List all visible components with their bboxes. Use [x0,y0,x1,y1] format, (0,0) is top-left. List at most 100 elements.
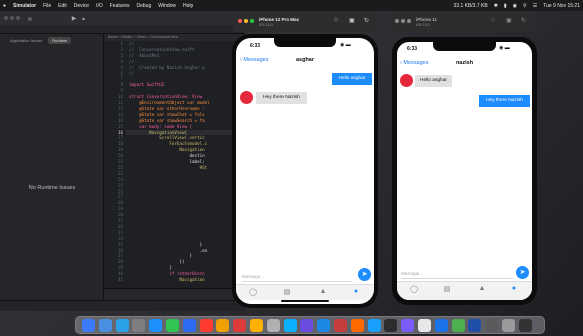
dock-app-icon[interactable] [468,319,482,332]
rotate-icon[interactable]: ↻ [364,17,369,24]
stop-button[interactable]: ■ [82,16,84,21]
code-line[interactable]: } [129,265,172,270]
code-area[interactable]: //// ConversationView.swift// AboutMe1//… [104,41,245,288]
minimize-button[interactable] [10,16,14,20]
dock-app-icon[interactable] [233,319,247,332]
dock-app-icon[interactable] [166,319,179,332]
menu-edit[interactable]: Edit [58,3,67,9]
profile-tab-icon[interactable]: ◯ [409,285,419,293]
menu-simulator[interactable]: Simulator [13,3,36,9]
dock-app-icon[interactable] [485,319,499,332]
code-line[interactable]: if !otherUsern [129,271,204,276]
dock-app-icon[interactable] [434,319,448,332]
code-line[interactable]: // ConversationView.swift [129,47,195,52]
code-line[interactable]: destin [129,153,205,158]
book-tab-icon[interactable]: ▤ [442,285,452,293]
book-tab-icon[interactable]: ▤ [282,288,292,296]
menu-features[interactable]: Features [110,3,130,9]
zoom-button[interactable] [16,16,20,20]
code-line[interactable]: var body: some View { [129,124,192,129]
person-tab-icon[interactable]: ▲ [477,285,487,292]
code-line[interactable]: import SwiftUI [129,82,164,87]
dock-app-icon[interactable] [132,319,146,332]
editor-tab-bar[interactable] [0,25,245,34]
code-line[interactable]: NavigationView{ [129,130,187,135]
bluetooth-icon[interactable]: ✱ [494,3,498,9]
sim-close-button[interactable] [395,19,399,23]
dock-app-icon[interactable] [451,319,465,332]
menu-window[interactable]: Window [158,3,176,9]
code-line[interactable]: @State var otherUsername : [129,106,205,111]
code-line[interactable]: @State var showChat = fals [129,112,205,117]
code-line[interactable]: ForEach(model.c [129,141,207,146]
rotate-icon[interactable]: ↻ [521,17,526,24]
dock-app-icon[interactable] [367,319,381,332]
back-messages-button[interactable]: ‹ Messages [400,60,428,66]
dock-app-icon[interactable] [502,319,515,332]
tab-runtime[interactable]: Runtime [48,37,72,44]
menu-device[interactable]: Device [74,3,89,9]
code-line[interactable]: // [129,71,134,76]
sidebar-toggle-icon[interactable]: ▤ [28,16,32,21]
home-icon[interactable]: ⌂ [334,17,338,23]
home-icon[interactable]: ⌂ [491,17,495,23]
dock-app-icon[interactable] [283,319,297,332]
dock-app-icon[interactable] [384,319,398,332]
code-line[interactable]: } [129,242,203,247]
apple-icon[interactable]: ● [3,3,6,9]
dock-app-icon[interactable] [199,319,213,332]
menu-io[interactable]: I/O [96,3,103,9]
sim-zoom-button[interactable] [250,19,254,23]
menu-file[interactable]: File [43,3,51,9]
send-button[interactable]: ➤ [516,266,529,279]
profile-tab-icon[interactable]: ◯ [248,288,258,296]
jump-bar[interactable]: Banter > Banter > Views > ConversationVi… [104,34,245,41]
message-input[interactable]: Message... [401,268,513,279]
code-line[interactable]: struct ConversationView: View [129,94,202,99]
person-tab-icon[interactable]: ▲ [318,288,328,295]
dock-app-icon[interactable] [115,319,129,332]
code-line[interactable]: @State var showSearch = fa [129,118,205,123]
message-input[interactable]: Message... [242,271,352,282]
send-button[interactable]: ➤ [358,268,371,281]
control-center-icon[interactable]: ☰ [533,3,537,9]
screenshot-icon[interactable]: ▣ [349,17,355,24]
dock-app-icon[interactable] [182,319,196,332]
code-line[interactable]: label: [129,159,205,164]
dock-app-icon[interactable] [250,319,263,332]
dock-app-icon[interactable] [418,319,431,332]
search-icon[interactable]: ⚲ [523,3,527,9]
code-line[interactable]: Navigation [129,147,204,152]
menu-help[interactable]: Help [183,3,193,9]
dock-app-icon[interactable] [216,319,230,332]
code-line[interactable]: // Created by Nazish Asghar o [129,65,205,70]
code-line[interactable]: ScrollView(.vertic [129,135,204,140]
menu-debug[interactable]: Debug [136,3,151,9]
code-line[interactable]: .on [129,248,208,253]
code-line[interactable]: // AboutMe1 [129,53,159,58]
sim-minimize-button[interactable] [244,19,248,23]
code-line[interactable]: // [129,41,134,46]
source-editor[interactable]: Banter > Banter > Views > ConversationVi… [104,34,245,288]
wifi-icon[interactable]: ◉ [513,3,517,9]
dock-app-icon[interactable] [350,319,364,332]
code-line[interactable]: }) [129,259,184,264]
close-button[interactable] [4,16,8,20]
code-line[interactable]: HSt [129,165,208,170]
clock[interactable]: Tue 9 Nov 15:21 [543,3,580,9]
dock-app-icon[interactable] [334,319,347,332]
code-line[interactable]: } [129,253,193,258]
dock-app-icon[interactable] [518,319,532,332]
battery-icon[interactable]: ▮ [504,3,507,9]
sim-minimize-button[interactable] [401,19,405,23]
sim-close-button[interactable] [238,19,242,23]
code-line[interactable]: // [129,59,134,64]
dock-app-icon[interactable] [82,319,95,332]
code-line[interactable]: @EnvironmentObject var model [129,100,210,105]
dock-app-icon[interactable] [300,319,314,332]
messages-tab-icon[interactable]: ● [509,285,519,292]
run-button[interactable]: ▶ [72,15,77,22]
dock-app-icon[interactable] [98,319,112,332]
messages-tab-icon[interactable]: ● [351,288,361,295]
tab-application-issues[interactable]: Application Issues [6,37,46,44]
